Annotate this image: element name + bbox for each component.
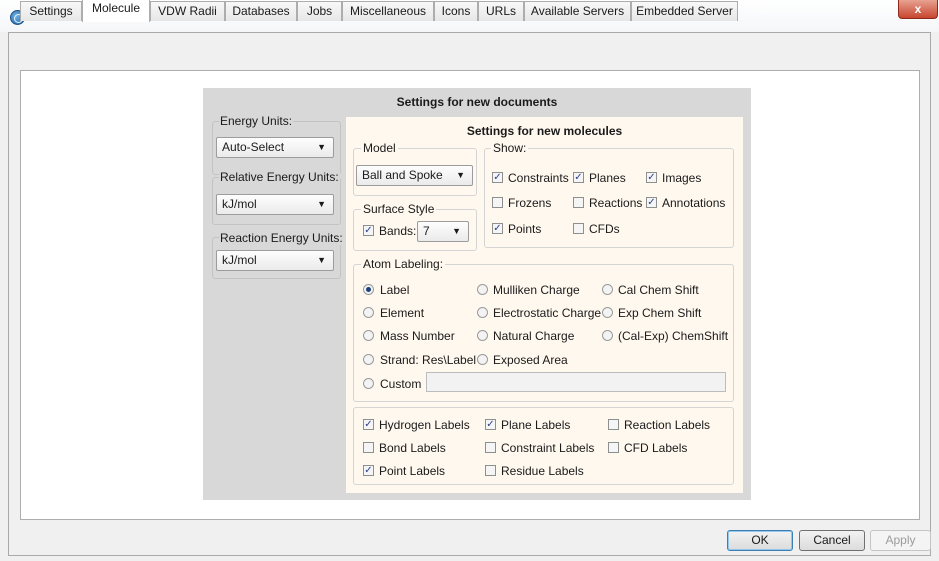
tab-jobs[interactable]: Jobs (297, 1, 342, 21)
label-radio[interactable] (363, 284, 374, 295)
custom-label-input[interactable] (426, 372, 726, 392)
relative-energy-units-select[interactable]: kJ/mol ▼ (216, 194, 334, 215)
strand-res-label-radio[interactable] (363, 354, 374, 365)
reaction-energy-units-label: Reaction Energy Units: (219, 231, 344, 245)
label-radio-label: Label (380, 283, 410, 297)
mulliken-charge-label: Mulliken Charge (493, 283, 580, 297)
tab-miscellaneous[interactable]: Miscellaneous (342, 1, 434, 21)
frozens-label: Frozens (508, 196, 552, 210)
cfds-checkbox[interactable] (573, 223, 584, 234)
bond-labels-label: Bond Labels (379, 441, 446, 455)
documents-settings-title: Settings for new documents (396, 95, 558, 109)
exposed-area-radio[interactable] (477, 354, 488, 365)
constraints-checkbox[interactable]: ✓ (492, 172, 503, 183)
annotations-label: Annotations (662, 196, 726, 210)
tab-icons[interactable]: Icons (434, 1, 478, 21)
strand-res-label-label: Strand: Res\Label (380, 353, 477, 367)
bond-labels-checkbox[interactable] (363, 442, 374, 453)
tab-embedded-server[interactable]: Embedded Server (631, 1, 738, 21)
point-labels-label: Point Labels (379, 464, 446, 478)
electrostatic-charge-label: Electrostatic Charge (493, 306, 602, 320)
constraints-label: Constraints (508, 171, 569, 185)
relative-energy-units-label: Relative Energy Units: (219, 170, 340, 184)
element-radio[interactable] (363, 307, 374, 318)
frozens-checkbox[interactable] (492, 197, 503, 208)
tab-vdw-radii[interactable]: VDW Radii (150, 1, 225, 21)
planes-checkbox[interactable]: ✓ (573, 172, 584, 183)
tab-settings[interactable]: Settings (20, 1, 82, 21)
mass-number-label: Mass Number (380, 329, 455, 343)
plane-labels-checkbox[interactable]: ✓ (485, 419, 496, 430)
preferences-window: Preferences x Settings Molecule VDW Radi… (0, 0, 939, 561)
show-label: Show: (491, 141, 529, 155)
cal-exp-chemshift-radio[interactable] (602, 330, 613, 341)
constraint-labels-checkbox[interactable] (485, 442, 496, 453)
reactions-label: Reactions (589, 196, 643, 210)
bands-checkbox[interactable]: ✓ (363, 225, 374, 236)
cfd-labels-label: CFD Labels (624, 441, 688, 455)
bands-value: 7 (423, 224, 430, 238)
element-label: Element (380, 306, 425, 320)
atom-labeling-label: Atom Labeling: (361, 257, 446, 271)
bands-select[interactable]: 7 ▼ (417, 221, 469, 242)
cancel-button[interactable]: Cancel (799, 530, 865, 551)
images-checkbox[interactable]: ✓ (646, 172, 657, 183)
custom-label: Custom (380, 377, 422, 391)
constraint-labels-label: Constraint Labels (501, 441, 595, 455)
natural-charge-label: Natural Charge (493, 329, 575, 343)
energy-units-value: Auto-Select (222, 140, 285, 154)
tab-available-servers[interactable]: Available Servers (524, 1, 631, 21)
cal-exp-chemshift-label: (Cal-Exp) ChemShift (618, 329, 729, 343)
planes-label: Planes (589, 171, 626, 185)
annotations-checkbox[interactable]: ✓ (646, 197, 657, 208)
chevron-down-icon: ▼ (452, 226, 461, 236)
molecule-settings-title: Settings for new molecules (466, 124, 623, 138)
chevron-down-icon: ▼ (317, 255, 326, 265)
tab-molecule[interactable]: Molecule (82, 0, 150, 22)
apply-button[interactable]: Apply (870, 530, 931, 551)
cal-chem-shift-label: Cal Chem Shift (618, 283, 699, 297)
ok-button[interactable]: OK (727, 530, 793, 551)
exposed-area-label: Exposed Area (493, 353, 568, 367)
images-label: Images (662, 171, 702, 185)
surface-style-label: Surface Style (361, 202, 437, 216)
points-checkbox[interactable]: ✓ (492, 223, 503, 234)
model-value: Ball and Spoke (362, 168, 443, 182)
electrostatic-charge-radio[interactable] (477, 307, 488, 318)
mulliken-charge-radio[interactable] (477, 284, 488, 295)
point-labels-checkbox[interactable]: ✓ (363, 465, 374, 476)
exp-chem-shift-radio[interactable] (602, 307, 613, 318)
chevron-down-icon: ▼ (317, 199, 326, 209)
reaction-energy-units-select[interactable]: kJ/mol ▼ (216, 250, 334, 271)
natural-charge-radio[interactable] (477, 330, 488, 341)
tab-urls[interactable]: URLs (478, 1, 524, 21)
exp-chem-shift-label: Exp Chem Shift (618, 306, 702, 320)
cfd-labels-checkbox[interactable] (608, 442, 619, 453)
relative-energy-units-value: kJ/mol (222, 197, 257, 211)
reaction-labels-checkbox[interactable] (608, 419, 619, 430)
tab-databases[interactable]: Databases (225, 1, 297, 21)
chevron-down-icon: ▼ (456, 170, 465, 180)
hydrogen-labels-checkbox[interactable]: ✓ (363, 419, 374, 430)
residue-labels-checkbox[interactable] (485, 465, 496, 476)
custom-radio[interactable] (363, 378, 374, 389)
chevron-down-icon: ▼ (317, 142, 326, 152)
close-button[interactable]: x (898, 0, 938, 19)
hydrogen-labels-label: Hydrogen Labels (379, 418, 470, 432)
bands-label: Bands: (379, 224, 417, 238)
energy-units-select[interactable]: Auto-Select ▼ (216, 137, 334, 158)
energy-units-label: Energy Units: (219, 114, 294, 128)
residue-labels-label: Residue Labels (501, 464, 584, 478)
points-label: Points (508, 222, 542, 236)
cfds-label: CFDs (589, 222, 620, 236)
model-label: Model (361, 141, 398, 155)
plane-labels-label: Plane Labels (501, 418, 571, 432)
model-select[interactable]: Ball and Spoke ▼ (356, 165, 473, 186)
mass-number-radio[interactable] (363, 330, 374, 341)
reaction-energy-units-value: kJ/mol (222, 253, 257, 267)
reactions-checkbox[interactable] (573, 197, 584, 208)
reaction-labels-label: Reaction Labels (624, 418, 711, 432)
cal-chem-shift-radio[interactable] (602, 284, 613, 295)
